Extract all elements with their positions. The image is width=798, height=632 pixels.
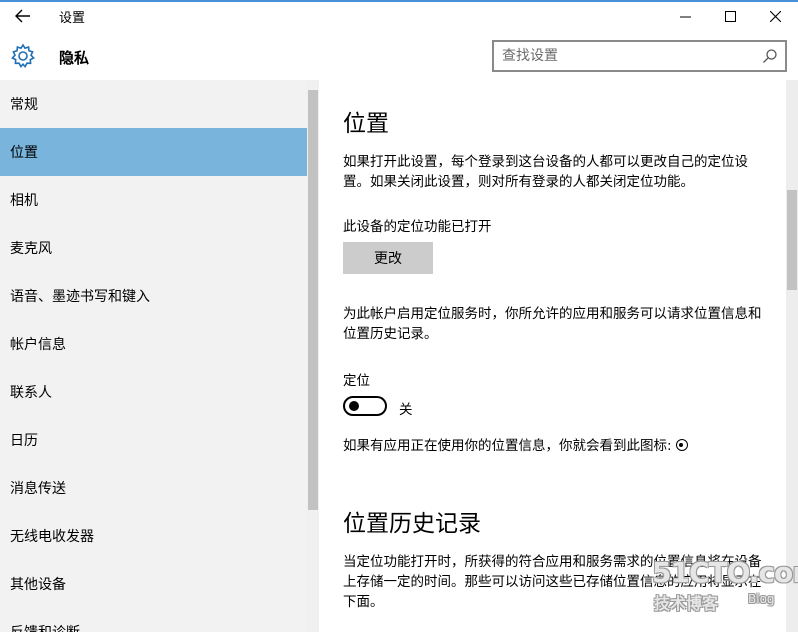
- sidebar-item-feedback-diagnostics[interactable]: 反馈和诊断: [0, 608, 307, 632]
- sidebar-item-label: 其他设备: [10, 577, 66, 593]
- sidebar-item-label: 反馈和诊断: [10, 622, 80, 632]
- watermark-blog: Blog: [748, 592, 775, 606]
- section-title: 隐私: [59, 49, 90, 67]
- content-scrollbar[interactable]: [786, 80, 798, 632]
- sidebar-item-speech-inking-typing[interactable]: 语音、墨迹书写和键入: [0, 272, 307, 320]
- toggle-state-label: 关: [399, 402, 413, 418]
- sidebar-item-label: 语音、墨迹书写和键入: [10, 289, 150, 305]
- search-box[interactable]: [492, 40, 787, 72]
- gear-icon: [11, 43, 35, 69]
- sidebar-item-label: 日历: [10, 433, 38, 449]
- maximize-icon: [724, 10, 736, 22]
- sidebar-item-label: 无线电收发器: [10, 529, 94, 545]
- watermark-main: 51CTO.com: [652, 556, 798, 589]
- sidebar-item-calendar[interactable]: 日历: [0, 416, 307, 464]
- device-location-status: 此设备的定位功能已打开: [343, 219, 492, 235]
- page-header: 隐私: [0, 30, 798, 80]
- change-button[interactable]: 更改: [343, 242, 433, 274]
- window-title: 设置: [59, 11, 86, 26]
- sidebar-item-label: 位置: [10, 145, 38, 161]
- sidebar-item-microphone[interactable]: 麦克风: [0, 224, 307, 272]
- search-icon[interactable]: [762, 48, 778, 64]
- location-icon-hint: 如果有应用正在使用你的位置信息，你就会看到此图标:: [343, 436, 773, 456]
- sidebar-item-label: 相机: [10, 193, 38, 209]
- toggle-knob: [349, 401, 359, 411]
- sidebar-scrollbar[interactable]: [307, 80, 319, 632]
- sidebar-item-account-info[interactable]: 帐户信息: [0, 320, 307, 368]
- sidebar-item-general[interactable]: 常规: [0, 80, 307, 128]
- close-icon: [769, 10, 781, 22]
- sidebar-item-label: 消息传送: [10, 481, 66, 497]
- sidebar-item-label: 麦克风: [10, 241, 52, 257]
- location-intro-text: 如果打开此设置，每个登录到这台设备的人都可以更改自己的定位设置。如果关闭此设置，…: [343, 154, 748, 190]
- sidebar-item-radios[interactable]: 无线电收发器: [0, 512, 307, 560]
- minimize-button[interactable]: [662, 2, 708, 30]
- location-in-use-icon: [675, 439, 688, 451]
- sidebar-item-camera[interactable]: 相机: [0, 176, 307, 224]
- sidebar-item-location[interactable]: 位置: [0, 128, 307, 176]
- title-bar: 设置: [0, 2, 798, 30]
- sidebar: 常规 位置 相机 麦克风 语音、墨迹书写和键入 帐户信息 联系人 日历 消息传送…: [0, 80, 307, 632]
- sidebar-scrollbar-thumb[interactable]: [308, 90, 318, 510]
- watermark-sub: 技术博客: [654, 594, 719, 613]
- sidebar-item-messaging[interactable]: 消息传送: [0, 464, 307, 512]
- maximize-button[interactable]: [707, 2, 753, 30]
- back-button[interactable]: [6, 2, 40, 30]
- location-label: 定位: [343, 373, 370, 389]
- account-location-desc: 为此帐户启用定位服务时，你所允许的应用和服务可以请求位置信息和位置历史记录。: [343, 306, 762, 342]
- page-title: 位置: [343, 111, 389, 137]
- close-button[interactable]: [752, 2, 798, 30]
- location-toggle[interactable]: [343, 396, 387, 416]
- content-scrollbar-thumb[interactable]: [787, 190, 797, 290]
- arrow-left-icon: [15, 9, 30, 23]
- search-input[interactable]: [502, 47, 752, 65]
- minimize-icon: [679, 16, 691, 17]
- location-icon-hint-text: 如果有应用正在使用你的位置信息，你就会看到此图标:: [343, 438, 672, 454]
- sidebar-item-label: 常规: [10, 97, 38, 113]
- watermark-logo: 51CTO.com 技术博客 Blog: [652, 556, 798, 616]
- sidebar-item-contacts[interactable]: 联系人: [0, 368, 307, 416]
- sidebar-item-other-devices[interactable]: 其他设备: [0, 560, 307, 608]
- main-content: 位置 如果打开此设置，每个登录到这台设备的人都可以更改自己的定位设置。如果关闭此…: [319, 80, 786, 632]
- history-heading: 位置历史记录: [343, 511, 481, 537]
- sidebar-item-label: 帐户信息: [10, 337, 66, 353]
- sidebar-item-label: 联系人: [10, 385, 52, 401]
